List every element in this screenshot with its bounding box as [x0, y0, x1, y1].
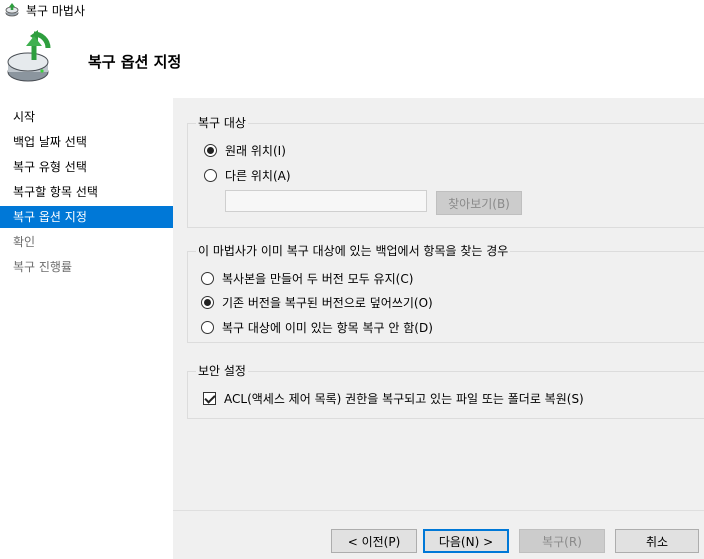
- sidebar-item-recovery-type[interactable]: 복구 유형 선택: [0, 156, 173, 178]
- skip-existing-option[interactable]: 복구 대상에 이미 있는 항목 복구 안 함(D): [201, 319, 433, 336]
- other-location-path-input[interactable]: [225, 190, 427, 212]
- restore-acl-label: ACL(액세스 제어 목록) 권한을 복구되고 있는 파일 또는 폴더로 복원(…: [224, 392, 584, 406]
- cancel-button[interactable]: 취소: [615, 529, 699, 553]
- skip-existing-label: 복구 대상에 이미 있는 항목 복구 안 함(D): [222, 321, 433, 335]
- sidebar-item-recovery-options[interactable]: 복구 옵션 지정: [0, 206, 173, 228]
- original-location-label: 원래 위치(I): [225, 144, 286, 158]
- sidebar-item-progress: 복구 진행률: [13, 260, 73, 274]
- keep-both-option[interactable]: 복사본을 만들어 두 버전 모두 유지(C): [201, 270, 413, 287]
- recovery-target-legend: 복구 대상: [196, 115, 248, 131]
- conflict-handling-legend: 이 마법사가 이미 복구 대상에 있는 백업에서 항목을 찾는 경우: [196, 243, 511, 259]
- sidebar-item-start[interactable]: 시작: [0, 106, 173, 128]
- other-location-radio[interactable]: [204, 169, 217, 182]
- keep-both-radio[interactable]: [201, 272, 214, 285]
- other-location-option[interactable]: 다른 위치(A): [204, 167, 291, 184]
- overwrite-label: 기존 버전을 복구된 버전으로 덮어쓰기(O): [222, 296, 433, 310]
- sidebar-item-confirm: 확인: [13, 235, 36, 249]
- other-location-label: 다른 위치(A): [225, 169, 291, 183]
- wizard-steps-sidebar: 시작 백업 날짜 선택 복구 유형 선택 복구할 항목 선택 복구 옵션 지정 …: [0, 98, 173, 559]
- overwrite-option[interactable]: 기존 버전을 복구된 버전으로 덮어쓰기(O): [201, 294, 433, 311]
- backup-drive-icon: [7, 30, 51, 82]
- sidebar-item-backup-date[interactable]: 백업 날짜 선택: [0, 131, 173, 153]
- options-panel: 복구 대상 원래 위치(I) 다른 위치(A) 찾아보기(B) 이 마법사가 이…: [173, 98, 704, 559]
- original-location-option[interactable]: 원래 위치(I): [204, 142, 286, 159]
- title-bar: 복구 마법사: [0, 0, 704, 20]
- recover-button[interactable]: 복구(R): [519, 529, 605, 553]
- security-settings-legend: 보안 설정: [196, 363, 248, 379]
- keep-both-label: 복사본을 만들어 두 버전 모두 유지(C): [222, 272, 414, 286]
- browse-button[interactable]: 찾아보기(B): [436, 191, 522, 215]
- conflict-handling-group: 이 마법사가 이미 복구 대상에 있는 백업에서 항목을 찾는 경우 복사본을 …: [187, 243, 704, 343]
- backup-app-icon: [5, 3, 19, 17]
- back-button[interactable]: < 이전(P): [331, 529, 417, 553]
- window-title: 복구 마법사: [26, 3, 86, 18]
- restore-acl-checkbox[interactable]: [203, 392, 216, 405]
- recovery-target-group: 복구 대상 원래 위치(I) 다른 위치(A) 찾아보기(B): [187, 115, 704, 228]
- wizard-header: 복구 옵션 지정: [0, 20, 704, 98]
- original-location-radio[interactable]: [204, 144, 217, 157]
- sidebar-item-recovery-items[interactable]: 복구할 항목 선택: [0, 181, 173, 203]
- security-settings-group: 보안 설정 ACL(액세스 제어 목록) 권한을 복구되고 있는 파일 또는 폴…: [187, 363, 704, 419]
- overwrite-radio[interactable]: [201, 296, 214, 309]
- next-button[interactable]: 다음(N) >: [423, 529, 509, 553]
- page-title: 복구 옵션 지정: [88, 53, 182, 71]
- restore-acl-option[interactable]: ACL(액세스 제어 목록) 권한을 복구되고 있는 파일 또는 폴더로 복원(…: [203, 390, 584, 407]
- skip-existing-radio[interactable]: [201, 321, 214, 334]
- footer-divider: [173, 510, 704, 511]
